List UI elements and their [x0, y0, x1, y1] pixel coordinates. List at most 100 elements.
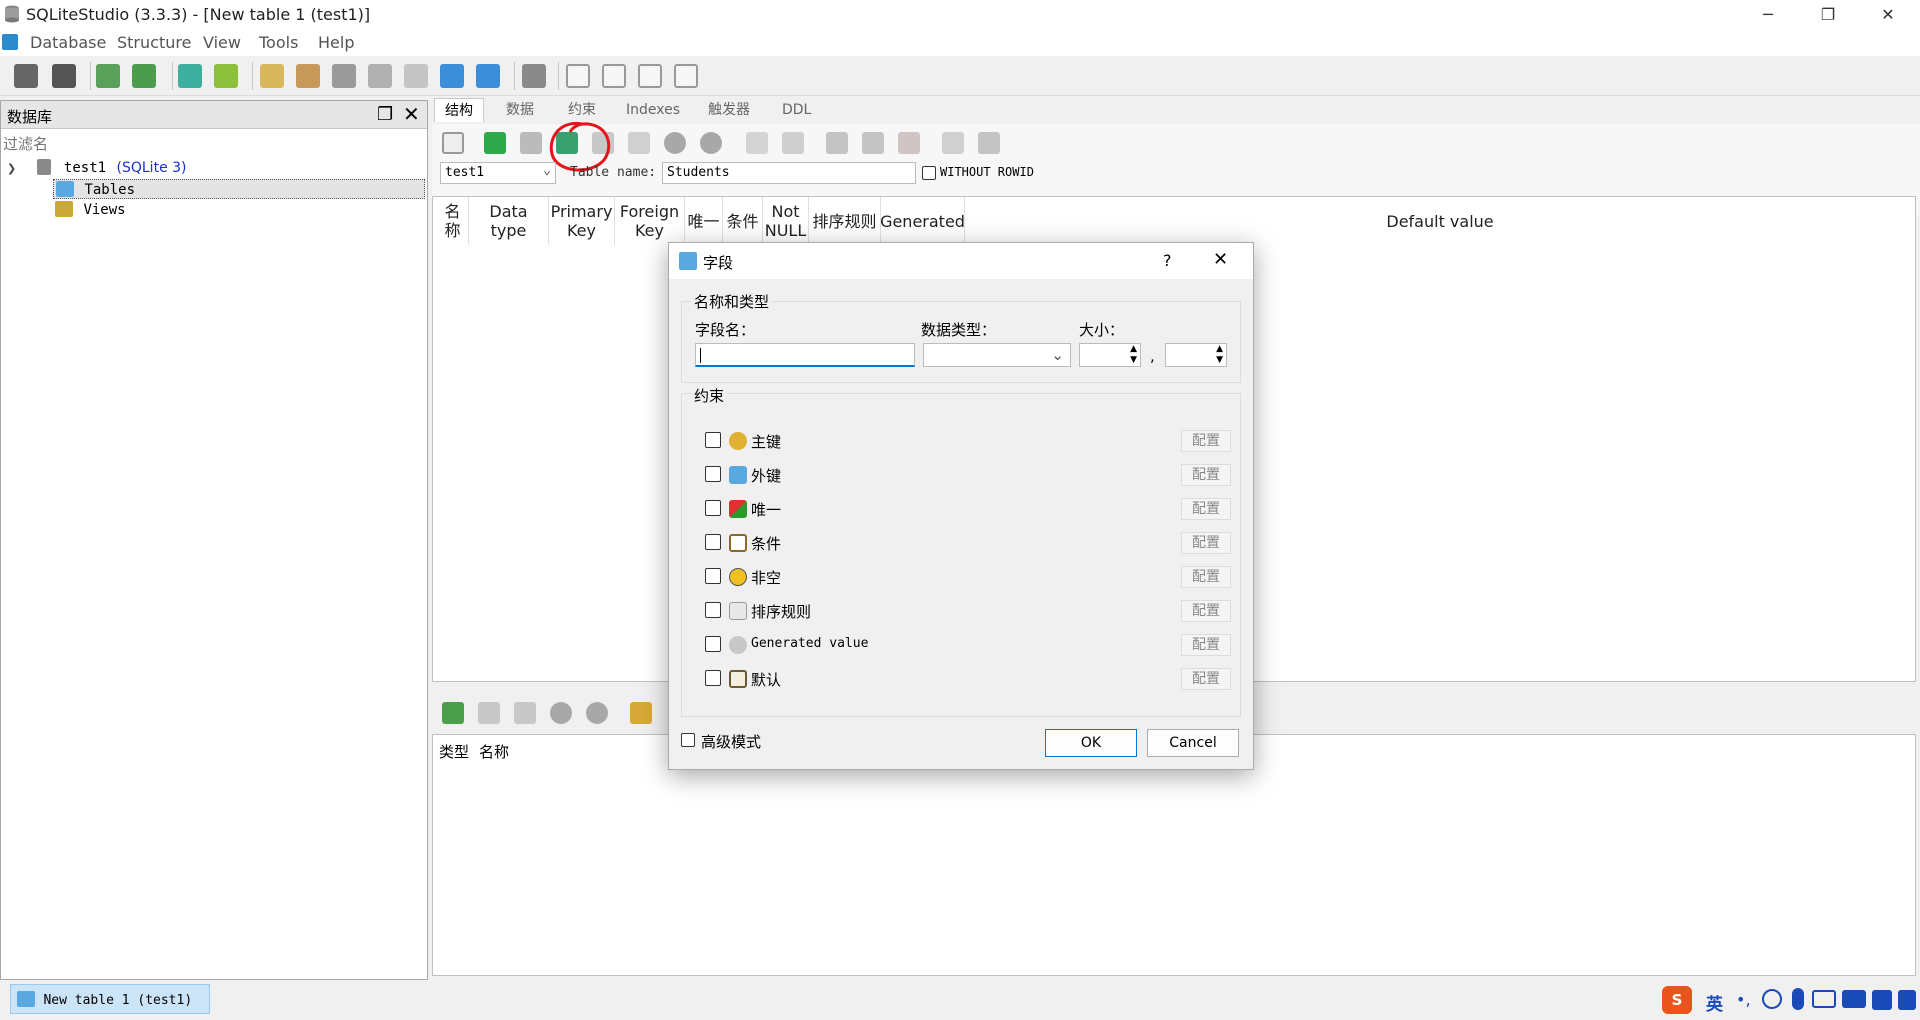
menu-structure[interactable]: Structure — [117, 33, 191, 52]
delete-constraint-icon[interactable] — [514, 702, 536, 724]
ime-logo-icon[interactable]: S — [1662, 986, 1692, 1014]
ime-toolbox-icon[interactable] — [1872, 990, 1892, 1010]
extensions-icon[interactable] — [404, 64, 428, 88]
pk-checkbox[interactable] — [705, 432, 721, 448]
tree-views-node[interactable]: Views — [55, 201, 355, 221]
create-similar-icon[interactable] — [942, 132, 964, 154]
collation-checkbox[interactable] — [705, 602, 721, 618]
edit-constraint-icon[interactable] — [478, 702, 500, 724]
open-sql-icon[interactable] — [296, 64, 320, 88]
constraint-header-type[interactable]: 类型 — [439, 741, 469, 762]
refresh-icon[interactable] — [442, 132, 464, 154]
cascade-windows-icon[interactable] — [674, 64, 698, 88]
size-input-2[interactable]: ▲ ▼ — [1165, 343, 1227, 367]
import-icon[interactable] — [440, 64, 464, 88]
ime-keyboard-icon[interactable] — [1812, 990, 1836, 1008]
constraint-up-icon[interactable] — [550, 702, 572, 724]
generated-configure-button[interactable]: 配置 — [1181, 634, 1231, 656]
tree-db-node[interactable]: ❯ test1 (SQLite 3) — [7, 159, 407, 179]
size-input-1[interactable]: ▲ ▼ — [1079, 343, 1141, 367]
create-index-icon[interactable] — [214, 64, 238, 88]
unique-checkbox[interactable] — [705, 500, 721, 516]
add-database-icon[interactable] — [96, 64, 120, 88]
fk-configure-button[interactable]: 配置 — [1181, 464, 1231, 486]
tree-tables-node[interactable]: Tables — [53, 179, 425, 199]
sql-editor-icon[interactable] — [260, 64, 284, 88]
notnull-checkbox[interactable] — [705, 568, 721, 584]
rollback-icon[interactable] — [520, 132, 542, 154]
column-header-name[interactable]: 名称 — [437, 197, 469, 245]
tab-indexes[interactable]: Indexes — [616, 98, 690, 122]
ok-button[interactable]: OK — [1045, 729, 1137, 757]
generated-checkbox[interactable] — [705, 636, 721, 652]
functions-icon[interactable] — [332, 64, 356, 88]
column-header-fk[interactable]: Foreign Key — [615, 197, 685, 245]
column-header-pk[interactable]: Primary Key — [549, 197, 615, 245]
filter-input[interactable] — [3, 133, 423, 155]
collation-configure-button[interactable]: 配置 — [1181, 600, 1231, 622]
menu-tools[interactable]: Tools — [259, 33, 298, 52]
float-panel-icon[interactable]: ❐ — [377, 104, 393, 125]
ime-skin-icon[interactable] — [1842, 990, 1866, 1008]
ime-voice-icon[interactable] — [1792, 988, 1804, 1010]
disconnect-icon[interactable] — [52, 64, 76, 88]
column-header-datatype[interactable]: Data type — [469, 197, 549, 245]
constraint-down-icon[interactable] — [586, 702, 608, 724]
restore-button[interactable]: ❐ — [1800, 0, 1856, 30]
export-icon[interactable] — [476, 64, 500, 88]
spin-arrows-icon[interactable]: ▲ ▼ — [1216, 344, 1223, 366]
add-constraint-icon[interactable] — [442, 702, 464, 724]
constraint-header-name[interactable]: 名称 — [479, 741, 509, 762]
advanced-mode-checkbox[interactable] — [681, 733, 695, 747]
move-down-icon[interactable] — [700, 132, 722, 154]
tab-data[interactable]: 数据 — [496, 98, 544, 122]
ime-language[interactable]: 英 — [1706, 990, 1723, 1015]
create-table-icon[interactable] — [178, 64, 202, 88]
chevron-down-icon[interactable]: ❯ — [7, 162, 23, 175]
connect-icon[interactable] — [14, 64, 38, 88]
tile-vertical-icon[interactable] — [638, 64, 662, 88]
app-menu-icon[interactable] — [2, 34, 18, 50]
close-dialog-button[interactable]: ✕ — [1213, 249, 1228, 270]
ime-menu-icon[interactable] — [1898, 990, 1916, 1010]
column-header-default[interactable]: Default value — [965, 197, 1915, 245]
cancel-button[interactable]: Cancel — [1147, 729, 1239, 757]
check-checkbox[interactable] — [705, 534, 721, 550]
ime-punct-icon[interactable]: •, — [1736, 990, 1751, 1009]
tab-structure[interactable]: 结构 — [434, 98, 484, 122]
column-header-collation[interactable]: 排序规则 — [809, 197, 881, 245]
reset-icon[interactable] — [978, 132, 1000, 154]
edit-database-icon[interactable] — [132, 64, 156, 88]
menu-view[interactable]: View — [203, 33, 241, 52]
pk-configure-button[interactable]: 配置 — [1181, 430, 1231, 452]
move-up-icon[interactable] — [664, 132, 686, 154]
add-pk-icon[interactable] — [746, 132, 768, 154]
add-fk-icon[interactable] — [782, 132, 804, 154]
help-button[interactable]: ? — [1163, 251, 1172, 270]
menu-database[interactable]: Database — [30, 33, 106, 52]
menu-help[interactable]: Help — [318, 33, 354, 52]
config-icon[interactable] — [522, 64, 546, 88]
add-pk-constraint-icon[interactable] — [630, 702, 652, 724]
add-notnull-icon[interactable] — [898, 132, 920, 154]
ime-emoji-icon[interactable] — [1762, 989, 1782, 1009]
add-check-icon[interactable] — [862, 132, 884, 154]
table-name-input[interactable]: Students — [662, 162, 916, 184]
column-header-generated[interactable]: Generated — [880, 197, 965, 245]
close-window-button[interactable]: ✕ — [1860, 0, 1916, 30]
notnull-configure-button[interactable]: 配置 — [1181, 566, 1231, 588]
spin-arrows-icon[interactable]: ▲ ▼ — [1130, 344, 1137, 366]
column-header-check[interactable]: 条件 — [723, 197, 763, 245]
without-rowid-checkbox[interactable] — [922, 166, 936, 180]
commit-icon[interactable] — [484, 132, 506, 154]
window-task-item[interactable]: New table 1 (test1) — [10, 984, 210, 1014]
default-configure-button[interactable]: 配置 — [1181, 668, 1231, 690]
delete-column-icon[interactable] — [628, 132, 650, 154]
default-checkbox[interactable] — [705, 670, 721, 686]
column-header-unique[interactable]: 唯一 — [685, 197, 723, 245]
add-unique-icon[interactable] — [826, 132, 848, 154]
tab-triggers[interactable]: 触发器 — [698, 98, 760, 122]
tile-horizontal-icon[interactable] — [602, 64, 626, 88]
tab-ddl[interactable]: DDL — [772, 98, 821, 122]
field-name-input[interactable] — [695, 343, 915, 367]
